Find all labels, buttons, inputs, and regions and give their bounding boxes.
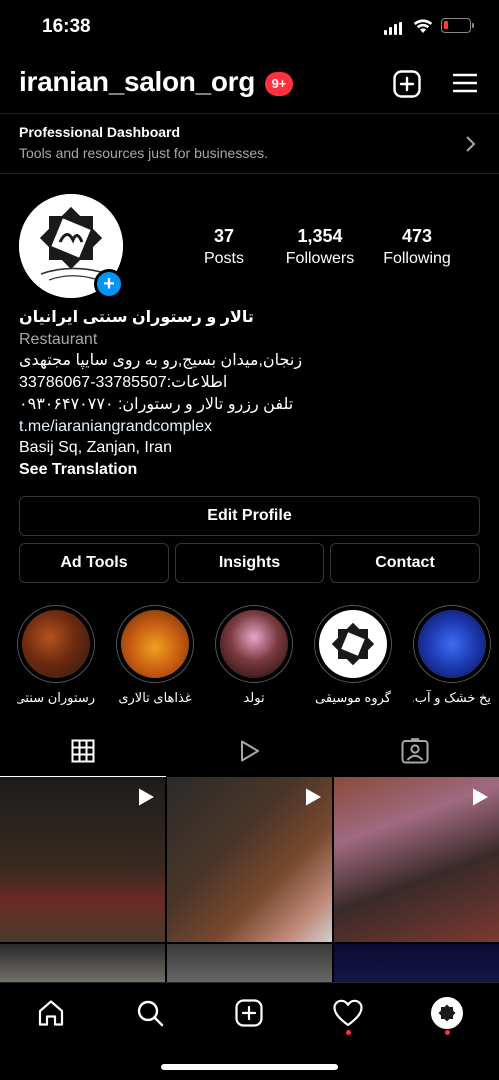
highlight-label: یخ خشک و آب... [413, 690, 491, 705]
insights-button[interactable]: Insights [175, 543, 324, 583]
story-highlight[interactable]: غذاهای تالاری [116, 605, 194, 706]
status-bar: 16:38 [0, 0, 499, 54]
post-thumbnail[interactable] [167, 777, 332, 942]
followers-count: 1,354 [297, 226, 343, 246]
wifi-icon [413, 19, 433, 33]
following-count: 473 [401, 226, 433, 246]
highlight-label: گروه موسیقی [315, 690, 391, 705]
brand-logo [331, 622, 375, 666]
notification-badge[interactable]: 9+ [265, 72, 293, 96]
dashboard-subtitle: Tools and resources just for businesses. [19, 145, 269, 161]
home-indicator [161, 1064, 338, 1070]
story-highlight[interactable]: تولد [215, 605, 293, 706]
highlight-cover [418, 610, 486, 678]
stat-posts[interactable]: 37 Posts [190, 226, 258, 268]
profile-category: Restaurant [19, 330, 98, 348]
home-icon [38, 1000, 64, 1026]
menu-icon[interactable] [453, 72, 477, 94]
post-thumbnail[interactable] [0, 944, 165, 982]
nav-home[interactable] [31, 993, 71, 1033]
create-icon [235, 999, 263, 1027]
nav-create[interactable] [229, 993, 269, 1033]
cellular-signal-icon [384, 22, 402, 35]
tab-reels[interactable] [166, 724, 332, 777]
posts-count: 37 [213, 226, 235, 246]
posts-grid [0, 777, 499, 982]
post-thumbnail[interactable] [334, 777, 499, 942]
nav-activity[interactable] [328, 993, 368, 1033]
profile-notification-dot [445, 1030, 450, 1035]
ad-tools-button[interactable]: Ad Tools [19, 543, 169, 583]
tab-posts-grid[interactable] [0, 724, 166, 777]
bio-line: زنجان,میدان بسیج,رو به روی سایپا مجتهدی [19, 352, 303, 370]
post-thumbnail[interactable] [334, 944, 499, 982]
profile-header: iranian_salon_org 9+ [0, 60, 499, 108]
bio-line: اطلاعات:33785507-33786067 [19, 374, 228, 392]
create-post-icon[interactable] [393, 70, 421, 98]
highlight-label: رستوران سنتی [17, 690, 95, 705]
reels-icon [241, 740, 259, 761]
post-thumbnail[interactable] [167, 944, 332, 982]
contact-button[interactable]: Contact [330, 543, 480, 583]
bio-line: تلفن رزرو تالار و رستوران: ۰۹۳۰۶۴۷۰۷۷۰ [19, 395, 294, 413]
battery-icon [441, 18, 474, 33]
profile-location[interactable]: Basij Sq, Zanjan, Iran [19, 437, 479, 459]
reel-icon [473, 788, 488, 806]
reel-icon [139, 788, 154, 806]
search-icon [137, 1000, 164, 1027]
posts-label: Posts [203, 250, 244, 267]
activity-icon [333, 999, 363, 1027]
story-highlight[interactable]: یخ خشک و آب... [413, 605, 491, 706]
dashboard-title: Professional Dashboard [19, 124, 181, 140]
story-highlight[interactable]: رستوران سنتی [17, 605, 95, 706]
stat-following[interactable]: 473 Following [377, 226, 457, 268]
profile-avatar-small [431, 997, 463, 1029]
username-title[interactable]: iranian_salon_org [19, 66, 255, 98]
profile-tabs [0, 724, 499, 777]
professional-dashboard[interactable]: Professional Dashboard Tools and resourc… [0, 113, 499, 174]
profile-link[interactable]: t.me/iaraniangrandcomplex [19, 416, 479, 438]
highlight-cover [121, 610, 189, 678]
profile-name: تالار و رستوران سنتی ایرانیان [19, 309, 254, 326]
add-story-button[interactable]: + [94, 269, 124, 299]
highlight-label: تولد [243, 690, 265, 705]
highlight-label: غذاهای تالاری [118, 690, 192, 705]
see-translation-link[interactable]: See Translation [19, 459, 479, 481]
nav-search[interactable] [130, 993, 170, 1033]
activity-notification-dot [346, 1030, 351, 1035]
stat-followers[interactable]: 1,354 Followers [280, 226, 360, 268]
chevron-right-icon [466, 136, 475, 152]
story-highlight[interactable]: گروه موسیقی [314, 605, 392, 706]
following-label: Following [383, 250, 451, 267]
profile-bio: تالار و رستوران سنتی ایرانیان Restaurant… [19, 307, 479, 481]
brand-logo [438, 1004, 456, 1022]
post-thumbnail[interactable] [0, 777, 165, 942]
grid-icon [71, 739, 95, 762]
tagged-icon [401, 737, 429, 763]
edit-profile-button[interactable]: Edit Profile [19, 496, 480, 536]
reel-icon [306, 788, 321, 806]
status-time: 16:38 [42, 16, 91, 37]
followers-label: Followers [285, 250, 355, 267]
highlight-cover [220, 610, 288, 678]
highlight-cover [22, 610, 90, 678]
tab-tagged[interactable] [332, 724, 498, 777]
highlight-cover [319, 610, 387, 678]
nav-profile[interactable] [427, 993, 467, 1033]
